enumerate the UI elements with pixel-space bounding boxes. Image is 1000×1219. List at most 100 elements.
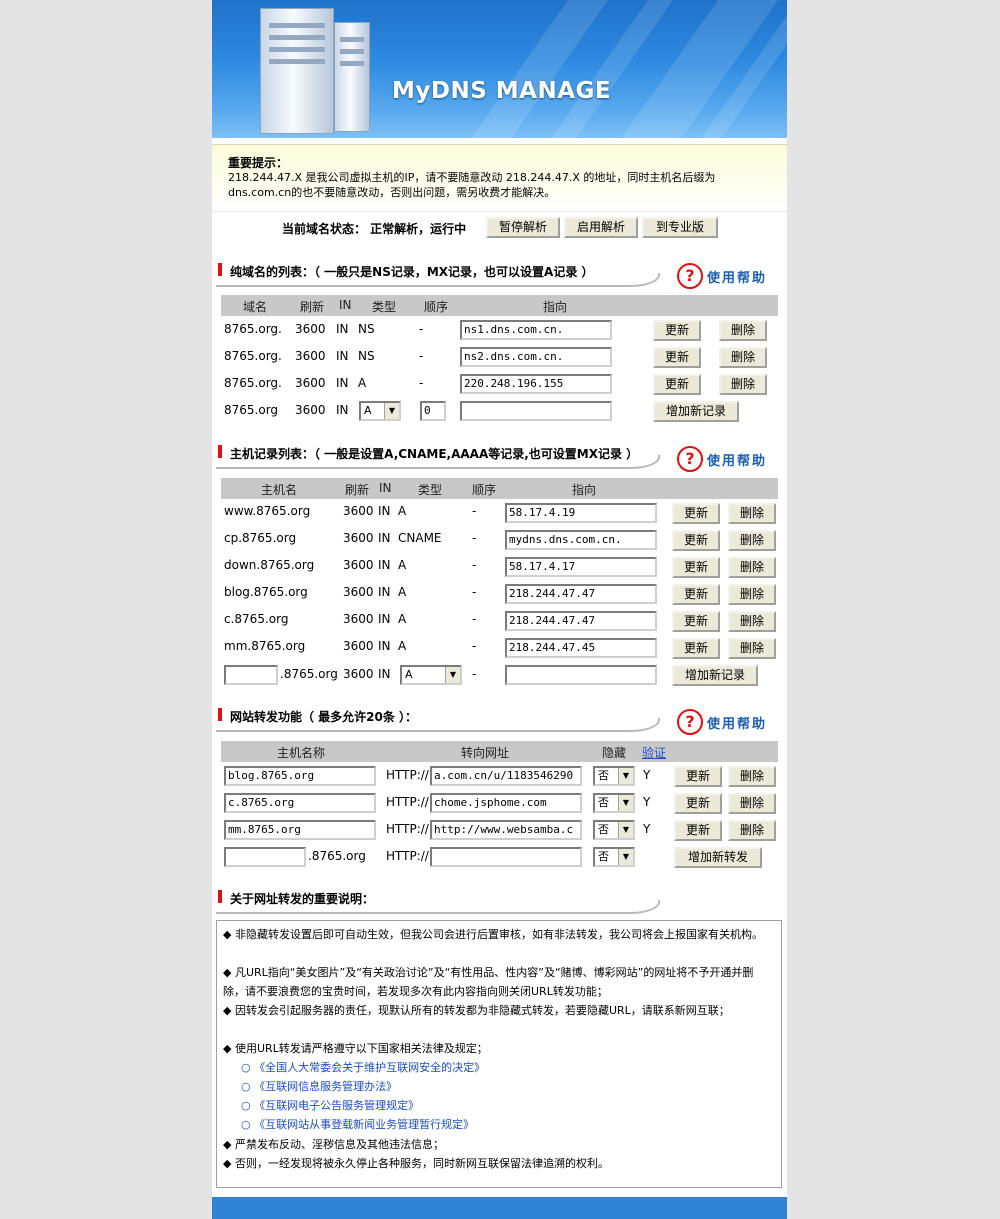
target-input[interactable]: ns2.dns.com.cn. <box>460 347 612 367</box>
update-button[interactable]: 更新 <box>674 766 722 787</box>
new-host-input[interactable] <box>224 665 278 685</box>
pro-version-button[interactable]: 到专业版 <box>642 217 718 238</box>
verify-link[interactable]: 验证 <box>642 744 666 761</box>
law-link[interactable]: ○ 《全国人大常委会关于维护互联网安全的决定》 <box>241 1058 485 1077</box>
update-button[interactable]: 更新 <box>653 320 701 341</box>
cell-order: - <box>472 639 477 653</box>
chevron-down-icon: ▼ <box>618 849 633 865</box>
add-host-record-button[interactable]: 增加新记录 <box>672 665 758 686</box>
title-underline <box>216 273 660 287</box>
notes-section-title: 关于网址转发的重要说明： <box>216 886 662 916</box>
col-target: 指向 <box>572 483 597 497</box>
new-target-input[interactable] <box>505 665 657 685</box>
delete-button[interactable]: 删除 <box>719 374 767 395</box>
update-button[interactable]: 更新 <box>653 374 701 395</box>
cell-in: IN <box>378 612 391 626</box>
cell-domain: 8765.org. <box>224 349 282 363</box>
cell-ttl: 3600 <box>295 403 326 417</box>
target-input[interactable]: 58.17.4.19 <box>505 503 657 523</box>
delete-button[interactable]: 删除 <box>728 820 776 841</box>
proto-label: HTTP:// <box>386 768 429 782</box>
update-button[interactable]: 更新 <box>672 557 720 578</box>
help-icon: ? <box>677 263 703 289</box>
delete-button[interactable]: 删除 <box>719 320 767 341</box>
new-forward-url-input[interactable] <box>430 847 582 867</box>
update-button[interactable]: 更新 <box>672 503 720 524</box>
col-ttl: 刷新 <box>345 483 370 497</box>
delete-button[interactable]: 删除 <box>728 557 776 578</box>
forward-help-link[interactable]: ? 使用帮助 <box>677 709 777 735</box>
update-button[interactable]: 更新 <box>674 793 722 814</box>
cell-host: mm.8765.org <box>224 639 306 653</box>
cell-type: A <box>398 639 407 653</box>
delete-button[interactable]: 删除 <box>728 793 776 814</box>
update-button[interactable]: 更新 <box>672 611 720 632</box>
update-button[interactable]: 更新 <box>672 584 720 605</box>
forward-url-input[interactable]: chome.jsphome.com <box>430 793 582 813</box>
delete-button[interactable]: 删除 <box>728 611 776 632</box>
delete-button[interactable]: 删除 <box>728 584 776 605</box>
delete-button[interactable]: 删除 <box>728 530 776 551</box>
update-button[interactable]: 更新 <box>672 638 720 659</box>
host-help-link[interactable]: ? 使用帮助 <box>677 446 777 472</box>
cell-order: - <box>472 531 477 545</box>
diamond-bullet-icon: ◆ <box>223 966 232 979</box>
law-link[interactable]: ○ 《互联网站从事登载新闻业务管理暂行规定》 <box>241 1115 474 1134</box>
update-button[interactable]: 更新 <box>674 820 722 841</box>
target-input[interactable]: 218.244.47.47 <box>505 584 657 604</box>
law-link[interactable]: ○ 《互联网电子公告服务管理规定》 <box>241 1096 419 1115</box>
hidden-select-value: 否 <box>598 850 609 863</box>
banner-title: MyDNS MANAGE <box>392 78 612 104</box>
hidden-select[interactable]: 否 ▼ <box>593 820 635 840</box>
cell-in: IN <box>378 531 391 545</box>
cell-domain: 8765.org. <box>224 376 282 390</box>
forward-host-input[interactable]: blog.8765.org <box>224 766 376 786</box>
delete-button[interactable]: 删除 <box>728 503 776 524</box>
cell-order: - <box>419 349 424 363</box>
cell-ttl: 3600 <box>295 376 326 390</box>
target-input[interactable]: mydns.dns.com.cn. <box>505 530 657 550</box>
note-item: ◆ 严禁发布反动、淫秽信息及其他违法信息； <box>223 1135 771 1154</box>
target-input[interactable]: 218.244.47.47 <box>505 611 657 631</box>
circle-bullet-icon: ○ <box>241 1061 251 1074</box>
update-button[interactable]: 更新 <box>653 347 701 368</box>
new-forward-host-input[interactable] <box>224 847 306 867</box>
forward-url-input[interactable]: http://www.websamba.c <box>430 820 582 840</box>
add-forward-button[interactable]: 增加新转发 <box>674 847 762 868</box>
cell-order: - <box>419 376 424 390</box>
type-select[interactable]: A ▼ <box>359 401 401 421</box>
cell-host: blog.8765.org <box>224 585 308 599</box>
add-domain-record-button[interactable]: 增加新记录 <box>653 401 739 422</box>
hidden-select[interactable]: 否 ▼ <box>593 847 635 867</box>
target-input[interactable]: ns1.dns.com.cn. <box>460 320 612 340</box>
new-target-input[interactable] <box>460 401 612 421</box>
cell-order: - <box>472 585 477 599</box>
order-input[interactable]: 0 <box>420 401 446 421</box>
header-banner: MyDNS MANAGE <box>212 0 787 138</box>
type-select-value: A <box>405 668 413 681</box>
important-notice: 重要提示： 218.244.47.X 是我公司虚拟主机的IP，请不要随意改动 2… <box>212 144 787 211</box>
target-input[interactable]: 58.17.4.17 <box>505 557 657 577</box>
cell-type: CNAME <box>398 531 442 545</box>
type-select[interactable]: A ▼ <box>400 665 462 685</box>
proto-label: HTTP:// <box>386 849 429 863</box>
delete-button[interactable]: 删除 <box>728 638 776 659</box>
delete-button[interactable]: 删除 <box>719 347 767 368</box>
notice-body: 218.244.47.X 是我公司虚拟主机的IP，请不要随意改动 218.244… <box>228 171 716 199</box>
enable-resolve-button[interactable]: 启用解析 <box>564 217 638 238</box>
law-link[interactable]: ○ 《互联网信息服务管理办法》 <box>241 1077 397 1096</box>
target-input[interactable]: 220.248.196.155 <box>460 374 612 394</box>
note-text: 严禁发布反动、淫秽信息及其他违法信息； <box>234 1138 444 1151</box>
target-input[interactable]: 218.244.47.45 <box>505 638 657 658</box>
update-button[interactable]: 更新 <box>672 530 720 551</box>
forward-host-input[interactable]: c.8765.org <box>224 793 376 813</box>
domain-help-link[interactable]: ? 使用帮助 <box>677 263 777 289</box>
cell-order: - <box>472 612 477 626</box>
forward-host-input[interactable]: mm.8765.org <box>224 820 376 840</box>
help-icon: ? <box>677 446 703 472</box>
forward-url-input[interactable]: a.com.cn/u/1183546290 <box>430 766 582 786</box>
delete-button[interactable]: 删除 <box>728 766 776 787</box>
hidden-select[interactable]: 否 ▼ <box>593 766 635 786</box>
hidden-select[interactable]: 否 ▼ <box>593 793 635 813</box>
pause-resolve-button[interactable]: 暂停解析 <box>486 217 560 238</box>
